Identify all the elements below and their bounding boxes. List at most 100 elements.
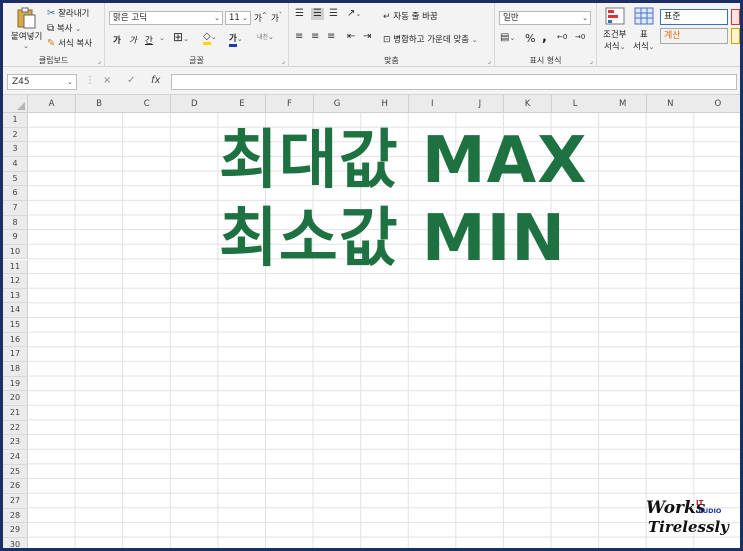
row-header[interactable]: 1 — [3, 113, 28, 128]
column-header[interactable]: M — [599, 95, 648, 113]
row-header[interactable]: 22 — [3, 420, 28, 436]
row-header[interactable]: 6 — [3, 186, 28, 201]
column-header[interactable]: C — [123, 95, 172, 113]
row-header[interactable]: 21 — [3, 406, 28, 421]
row-header[interactable]: 16 — [3, 332, 28, 348]
wrap-text-button[interactable]: ↵ 자동 줄 바꿈 — [383, 10, 438, 22]
font-size-select[interactable]: 11 ⌄ — [225, 11, 251, 25]
row-header[interactable]: 3 — [3, 142, 28, 157]
row-header[interactable]: 20 — [3, 391, 28, 406]
comma-button[interactable]: , — [542, 30, 547, 45]
name-box[interactable]: Z45 ⌄ — [7, 74, 77, 90]
column-header[interactable]: D — [170, 95, 219, 113]
row-header[interactable]: 19 — [3, 376, 28, 392]
accounting-format-button[interactable]: ▤⌄ — [500, 33, 515, 43]
shrink-font-button[interactable]: 가ˇ — [271, 12, 282, 24]
bold-button[interactable]: 가 — [113, 34, 121, 46]
column-header[interactable]: B — [75, 95, 124, 113]
chevron-down-icon[interactable]: ⌄ — [159, 34, 165, 42]
column-header[interactable]: A — [28, 95, 76, 113]
column-header[interactable]: L — [551, 95, 600, 113]
cancel-icon[interactable]: × — [103, 75, 111, 86]
row-header[interactable]: 30 — [3, 537, 28, 548]
cell-style-partial-swatch[interactable] — [731, 28, 740, 44]
cut-button[interactable]: ✂ 잘라내기 — [47, 7, 89, 20]
clipboard-group-label: 클립보드 — [38, 56, 69, 65]
format-painter-button[interactable]: ✎ 서식 복사 — [47, 37, 93, 50]
decrease-decimal-button[interactable]: →0 — [575, 33, 585, 41]
format-as-table-button[interactable]: 표 서식⌄ — [633, 7, 655, 52]
font-name-select[interactable]: 맑은 고딕 ⌄ — [109, 11, 223, 25]
borders-button[interactable]: ⊞⌄ — [173, 31, 189, 44]
row-header[interactable]: 12 — [3, 274, 28, 289]
row-header[interactable]: 15 — [3, 318, 28, 333]
indent-decrease-icon: ⇤ — [347, 31, 356, 42]
italic-button[interactable]: 가 — [129, 34, 137, 46]
enter-icon[interactable]: ✓ — [127, 75, 135, 86]
title-line-max: 최대값 MAX — [219, 124, 588, 198]
row-header[interactable]: 26 — [3, 479, 28, 494]
grow-font-button[interactable]: 가^ — [254, 12, 267, 24]
row-header[interactable]: 13 — [3, 288, 28, 304]
merge-center-button[interactable]: ⊡ 병합하고 가운데 맞춤 ⌄ — [383, 33, 478, 45]
copy-button[interactable]: ⧉ 복사 ⌄ — [47, 22, 81, 35]
formula-input[interactable] — [171, 74, 737, 90]
column-header[interactable]: N — [646, 95, 695, 113]
conditional-format-button[interactable]: 조건부 서식⌄ — [603, 7, 626, 52]
select-all-button[interactable] — [3, 95, 28, 113]
row-header[interactable]: 17 — [3, 347, 28, 363]
format-painter-label: 서식 복사 — [58, 39, 93, 49]
row-header[interactable]: 18 — [3, 362, 28, 377]
row-header[interactable]: 29 — [3, 523, 28, 538]
align-right-button[interactable]: ≡ — [327, 32, 335, 42]
row-header[interactable]: 25 — [3, 464, 28, 480]
column-header[interactable]: F — [266, 95, 314, 113]
underline-button[interactable]: 간 — [145, 34, 153, 46]
phonetic-button[interactable]: 내천⌄ — [257, 32, 274, 41]
increase-decimal-button[interactable]: ←0 — [557, 33, 567, 41]
align-bottom-button[interactable]: ☰ — [329, 9, 338, 19]
row-header[interactable]: 27 — [3, 493, 28, 509]
row-header[interactable]: 28 — [3, 508, 28, 524]
row-header[interactable]: 4 — [3, 156, 28, 172]
dialog-launcher-icon[interactable]: ⌟ — [98, 57, 101, 65]
align-top-button[interactable]: ☰ — [295, 9, 304, 19]
percent-button[interactable]: % — [525, 32, 535, 45]
decrease-indent-button[interactable]: ⇤ — [347, 32, 355, 42]
chevron-down-icon: ⌄ — [236, 35, 243, 43]
cell-style-normal[interactable]: 표준 — [660, 9, 728, 25]
row-header[interactable]: 11 — [3, 259, 28, 275]
row-header[interactable]: 5 — [3, 171, 28, 187]
column-header[interactable]: O — [694, 95, 740, 113]
column-header[interactable]: J — [456, 95, 505, 113]
dialog-launcher-icon[interactable]: ⌟ — [488, 57, 491, 65]
row-header[interactable]: 8 — [3, 215, 28, 231]
insert-function-button[interactable]: fx — [151, 75, 160, 86]
increase-indent-button[interactable]: ⇥ — [363, 32, 371, 42]
paste-button[interactable]: 붙여넣기 ⌄ — [11, 7, 42, 50]
row-header[interactable]: 14 — [3, 303, 28, 319]
column-header[interactable]: H — [361, 95, 410, 113]
align-middle-button[interactable]: ☰ — [311, 8, 324, 20]
row-header[interactable]: 23 — [3, 435, 28, 450]
cell-style-calc[interactable]: 계산 — [660, 28, 728, 44]
row-header[interactable]: 10 — [3, 244, 28, 260]
dialog-launcher-icon[interactable]: ⌟ — [590, 57, 593, 65]
font-color-button[interactable]: 가⌄ — [229, 32, 243, 47]
cell-style-partial-swatch[interactable] — [731, 9, 740, 25]
chevron-down-icon: ⌄ — [210, 33, 217, 41]
row-header[interactable]: 9 — [3, 230, 28, 245]
column-header[interactable]: I — [408, 95, 457, 113]
column-header[interactable]: K — [504, 95, 552, 113]
align-left-button[interactable]: ≡ — [295, 32, 303, 42]
column-header[interactable]: E — [218, 95, 267, 113]
row-header[interactable]: 2 — [3, 127, 28, 143]
row-header[interactable]: 24 — [3, 449, 28, 465]
align-center-button[interactable]: ≡ — [311, 32, 319, 42]
orientation-button[interactable]: ↗⌄ — [347, 9, 361, 19]
fill-color-button[interactable]: ◇⌄ — [203, 32, 217, 45]
row-header[interactable]: 7 — [3, 200, 28, 216]
number-format-select[interactable]: 일반 ⌄ — [499, 11, 591, 25]
column-header[interactable]: G — [313, 95, 362, 113]
dialog-launcher-icon[interactable]: ⌟ — [282, 57, 285, 65]
